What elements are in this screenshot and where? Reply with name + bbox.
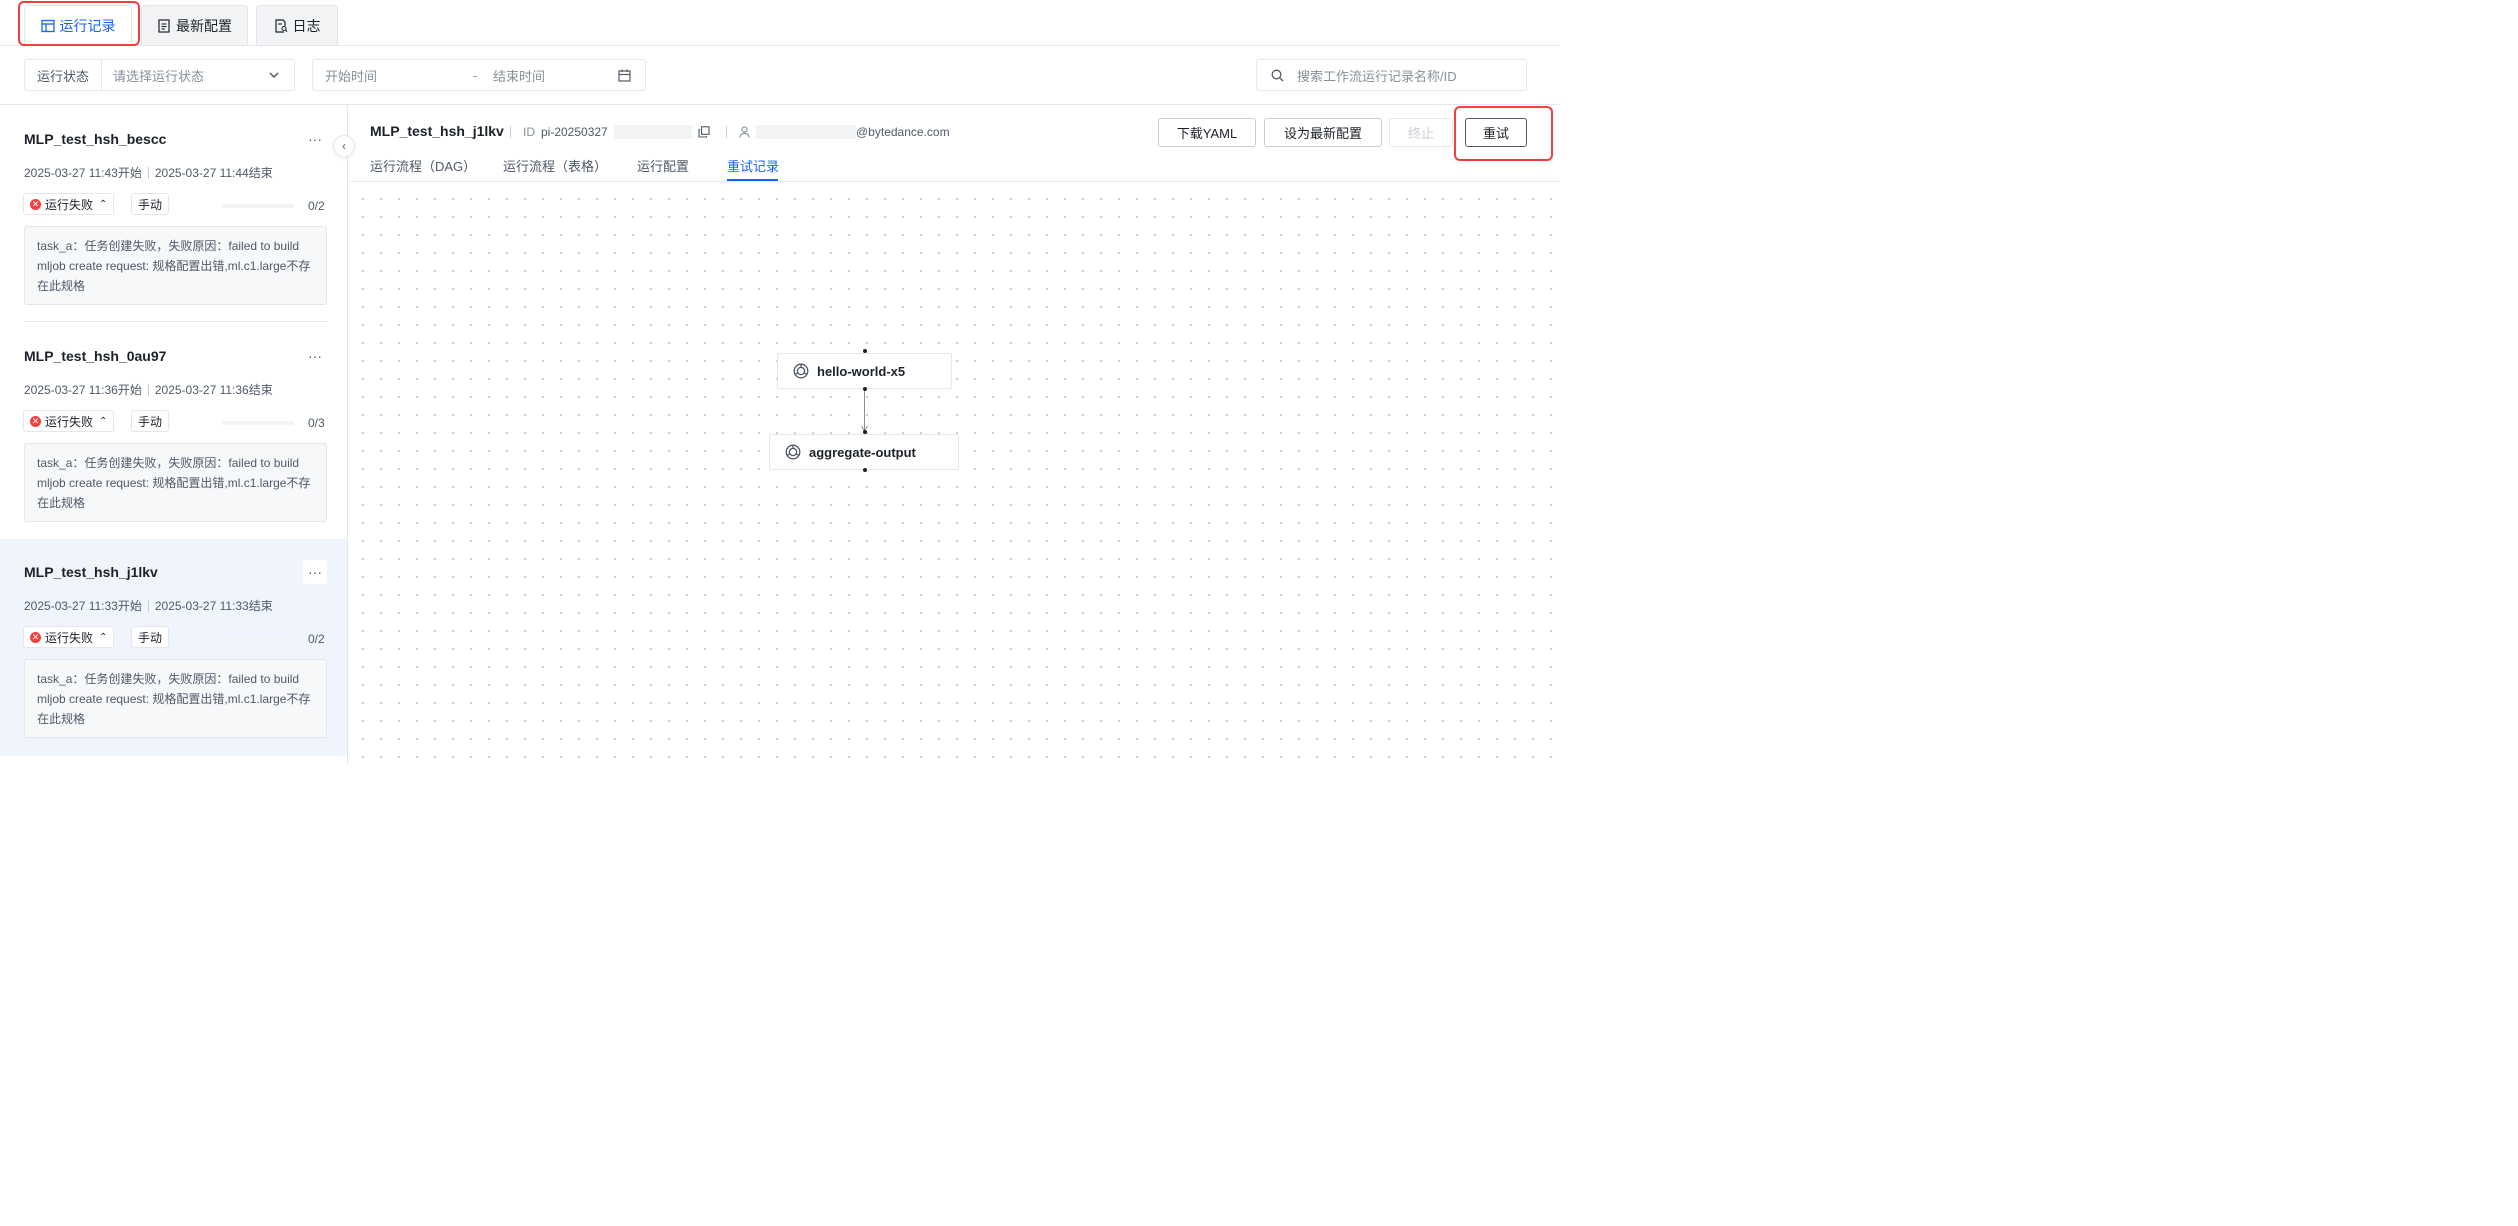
dag-node-label: hello-world-x5 xyxy=(817,363,906,379)
dag-node-label: aggregate-output xyxy=(809,444,916,460)
chevron-left-icon: ‹ xyxy=(342,139,346,153)
dag-node[interactable]: aggregate-output xyxy=(769,434,959,470)
task-node-icon xyxy=(793,363,809,379)
node-port xyxy=(862,430,867,434)
dag-node[interactable]: hello-world-x5 xyxy=(777,353,952,389)
node-port xyxy=(862,468,867,472)
collapse-panel-button[interactable]: ‹ xyxy=(333,135,355,157)
task-node-icon xyxy=(785,444,801,460)
node-port xyxy=(862,349,867,353)
node-port xyxy=(862,387,867,391)
